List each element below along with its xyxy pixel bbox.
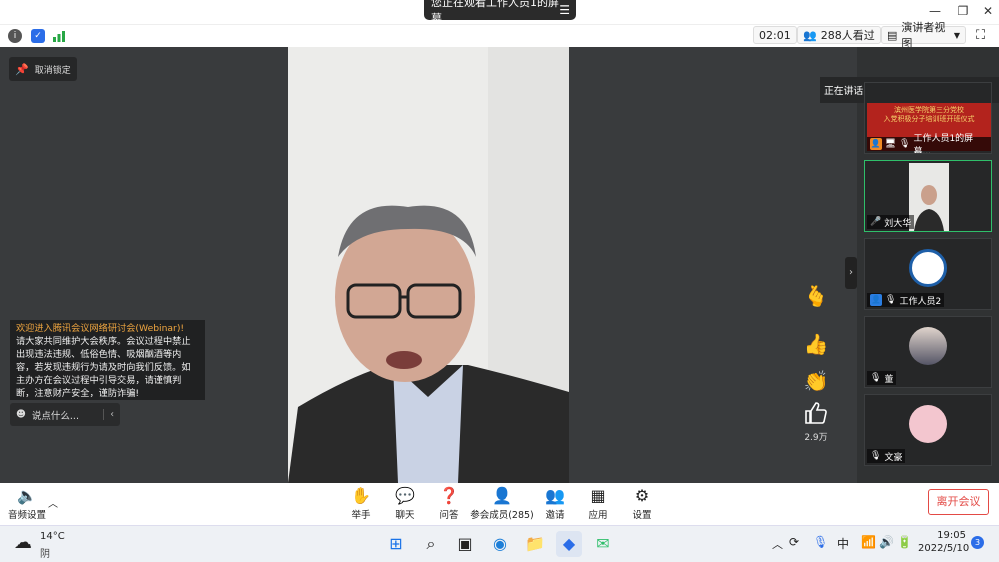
participant-video-thumb	[909, 163, 949, 231]
like-icon[interactable]	[802, 401, 830, 429]
participant-nameplate: 🎙 文豪	[867, 449, 906, 463]
edge-icon[interactable]: ◉	[487, 531, 513, 557]
notification-badge[interactable]: 3	[971, 536, 984, 549]
participant-nameplate: 🎙 董	[867, 371, 897, 385]
pin-icon: 📌	[15, 62, 29, 76]
university-logo-avatar	[909, 249, 947, 287]
participant-name: 董	[884, 374, 894, 385]
people-icon: 👥	[803, 28, 817, 42]
mic-active-icon: 🎤	[870, 217, 882, 227]
speaker-figure	[288, 47, 569, 483]
unlock-button[interactable]: 📌 取消锁定	[9, 57, 77, 81]
bottom-control-bar: 🔈 音频设置 ︿ ✋ 举手 💬 聊天 ❓ 问答 👤 参会成员(285) 👥 邀请…	[0, 483, 999, 525]
tencent-meeting-icon[interactable]: ◆	[556, 531, 582, 557]
audio-settings-button[interactable]: 🔈 音频设置	[0, 483, 54, 525]
menu-icon[interactable]: ☰	[559, 3, 570, 17]
battery-icon[interactable]: 🔋	[897, 535, 912, 549]
cloud-icon[interactable]: ☁	[14, 532, 32, 553]
welcome-notice: 欢迎进入腾讯会议网络研讨会(Webinar)! 请大家共同维护大会秩序。会议过程…	[10, 320, 205, 400]
close-button[interactable]: ✕	[977, 2, 999, 20]
mic-muted-icon: 🎙	[885, 295, 897, 305]
participant-tile-4[interactable]: 🎙 董	[864, 316, 992, 388]
participant-tile-5[interactable]: 🎙 文豪	[864, 394, 992, 466]
file-explorer-icon[interactable]: 📁	[522, 531, 548, 557]
anime-avatar	[909, 405, 947, 443]
screen-share-icon: 🖥	[884, 139, 897, 149]
participant-name: 工作人员1的屏幕...	[913, 134, 974, 154]
expand-panel-chevron-icon[interactable]: ›	[845, 257, 857, 289]
participant-name: 刘大华	[884, 218, 912, 229]
chevron-down-icon: ▼	[953, 30, 960, 40]
participant-name: 工作人员2	[899, 296, 942, 307]
mic-muted-icon: 🎙	[870, 373, 882, 383]
screen-share-banner[interactable]: 您正在观看工作人员1的屏幕 ☰	[424, 0, 576, 25]
user-badge-icon: 👤	[870, 294, 882, 306]
chevron-up-icon[interactable]: ︿	[772, 536, 783, 552]
ime-indicator[interactable]: 中	[837, 535, 849, 552]
task-view-icon[interactable]: ▣	[452, 531, 478, 557]
meeting-timer: 02:01	[753, 26, 797, 44]
clock-date[interactable]: 2022/5/10	[918, 543, 969, 554]
speaker-video	[288, 47, 569, 483]
info-icon[interactable]: i	[8, 29, 22, 43]
viewers-count: 288人看过	[820, 29, 875, 42]
wifi-icon[interactable]: 📶	[861, 535, 876, 549]
settings-label: 设置	[632, 510, 652, 521]
wechat-icon[interactable]: ✉	[590, 531, 616, 557]
minimize-button[interactable]: —	[924, 2, 946, 20]
weather-desc: 阴	[40, 549, 50, 560]
like-count: 2.9万	[804, 433, 828, 443]
speaker-icon: 🔈	[17, 486, 37, 505]
weather-temp: 14°C	[40, 531, 65, 542]
viewers-button[interactable]: 👥 288人看过	[797, 26, 881, 44]
shield-icon[interactable]: ✓	[31, 29, 45, 43]
fullscreen-icon[interactable]: ⛶	[976, 28, 985, 43]
volume-icon[interactable]: 🔊	[879, 535, 894, 549]
leave-meeting-button[interactable]: 离开会议	[928, 489, 989, 515]
audio-settings-label: 音频设置	[7, 510, 46, 521]
participant-nameplate: 🎤 刘大华	[867, 215, 915, 229]
emoji-icon[interactable]: ☻	[16, 409, 26, 420]
participant-nameplate: 👤 🖥 🎙 工作人员1的屏幕...	[867, 134, 991, 153]
participant-tile-2[interactable]: 🎤 刘大华	[864, 160, 992, 232]
gear-icon: ⚙	[634, 486, 650, 505]
banner-line-1: 滨州医学院第三分党校	[894, 106, 964, 114]
view-mode-dropdown[interactable]: ▤ 演讲者视图 ▼	[881, 21, 966, 50]
chat-placeholder: 说点什么...	[31, 410, 79, 422]
banner-line-2: 入党积极分子培训班开班仪式	[883, 115, 975, 123]
clap-reaction-icon[interactable]: 👏	[802, 367, 830, 395]
search-icon[interactable]: ⌕	[418, 531, 444, 557]
notice-body: 请大家共同维护大会秩序。会议过程中禁止出现违法违规、低俗色情、吸烟酗酒等内容，若…	[16, 336, 191, 399]
participant-nameplate: 👤 🎙 工作人员2	[867, 293, 945, 307]
host-badge-icon: 👤	[870, 138, 882, 150]
unlock-label: 取消锁定	[34, 65, 71, 76]
settings-button[interactable]: ⚙ 设置	[613, 483, 671, 525]
notice-heading: 欢迎进入腾讯会议网络研讨会(Webinar)!	[16, 323, 185, 334]
heart-hands-reaction-icon[interactable]: 🫰	[802, 282, 830, 310]
share-banner-text: 您正在观看工作人员1的屏幕	[431, 0, 559, 25]
participant-tile-3[interactable]: 👤 🎙 工作人员2	[864, 238, 992, 310]
windows-start-icon[interactable]: ⊞	[383, 531, 409, 557]
participant-name: 文豪	[884, 452, 903, 463]
chat-input[interactable]: ☻ 说点什么... ‹	[10, 403, 120, 426]
mic-muted-icon: 🎙	[870, 451, 882, 461]
landscape-avatar	[909, 327, 947, 365]
restore-button[interactable]: ❐	[952, 2, 974, 20]
signal-icon[interactable]	[52, 29, 66, 43]
mic-muted-icon: 🎙	[899, 139, 911, 149]
layout-icon: ▤	[887, 28, 898, 42]
chevron-up-icon[interactable]: ︿	[48, 495, 58, 510]
thumbs-up-reaction-icon[interactable]: 👍	[802, 330, 830, 358]
microphone-icon[interactable]: 🎙	[813, 535, 828, 549]
main-stage: 📌 取消锁定 欢迎进入腾讯会议网络研讨会(Webinar)! 请大家共同维护大会…	[0, 47, 857, 483]
sync-icon[interactable]: ⟳	[789, 535, 799, 549]
collapse-chevron-icon[interactable]: ‹	[103, 409, 120, 420]
clock-time[interactable]: 19:05	[936, 530, 966, 541]
participant-tile-1[interactable]: 滨州医学院第三分党校 入党积极分子培训班开班仪式 👤 🖥 🎙 工作人员1的屏幕.…	[864, 82, 992, 154]
